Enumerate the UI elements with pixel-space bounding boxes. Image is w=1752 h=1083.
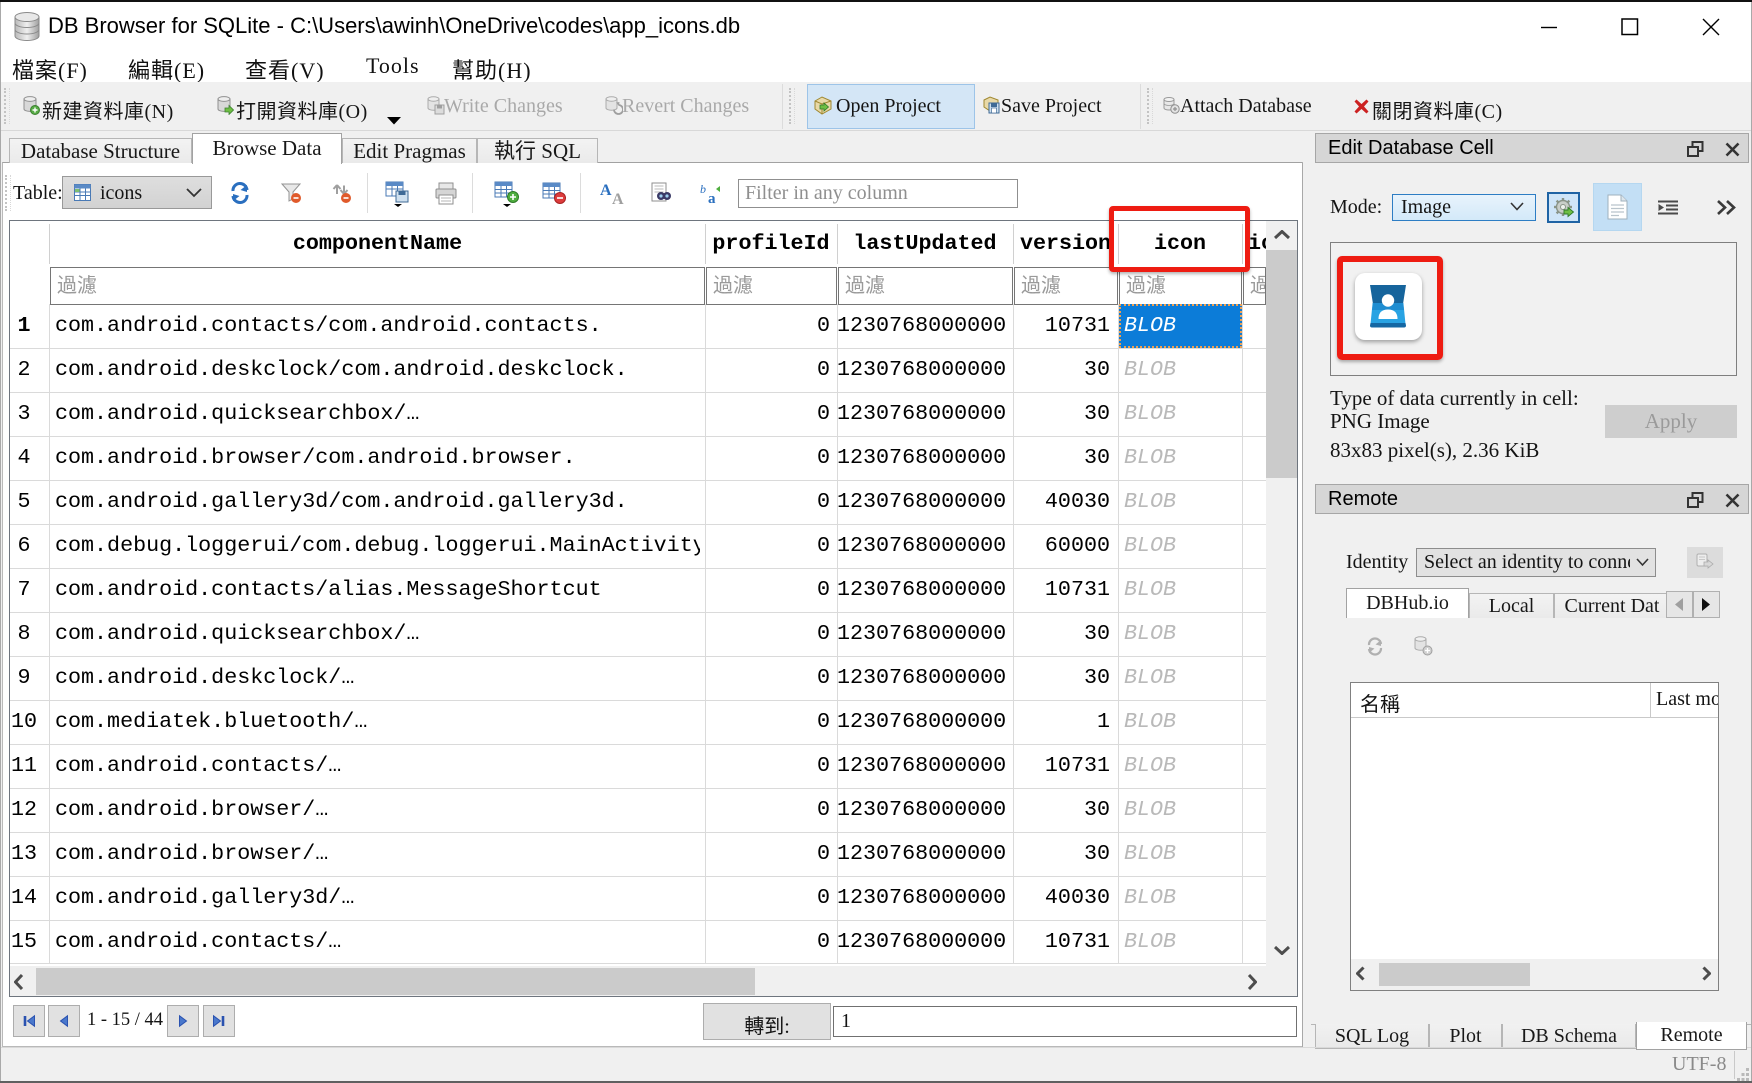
- svg-text:A: A: [612, 191, 624, 206]
- svg-text:A: A: [600, 182, 612, 199]
- svg-text:a: a: [708, 191, 716, 205]
- svg-text:b: b: [700, 183, 706, 196]
